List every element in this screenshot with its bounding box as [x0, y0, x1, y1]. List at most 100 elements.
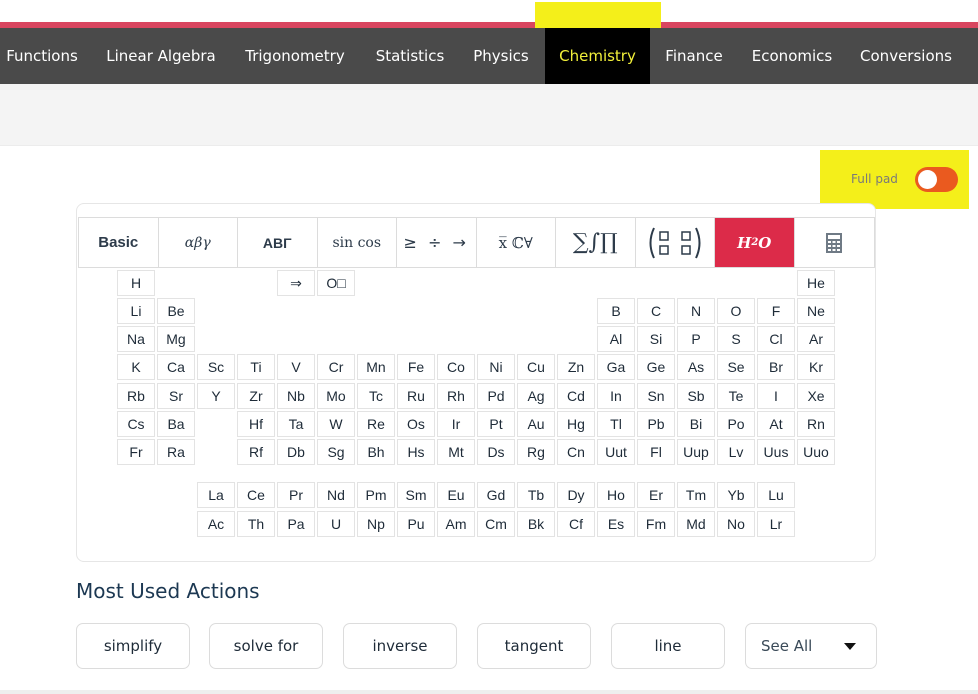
element-key-ta[interactable]: Ta [277, 411, 315, 437]
element-key-ti[interactable]: Ti [237, 354, 275, 380]
element-key-mt[interactable]: Mt [437, 439, 475, 465]
element-key-hf[interactable]: Hf [237, 411, 275, 437]
element-key-db[interactable]: Db [277, 439, 315, 465]
element-key-am[interactable]: Am [437, 511, 475, 537]
element-key-eu[interactable]: Eu [437, 482, 475, 508]
element-key-al[interactable]: Al [597, 326, 635, 352]
nav-linear-algebra[interactable]: Linear Algebra [96, 28, 226, 84]
element-key-yb[interactable]: Yb [717, 482, 755, 508]
element-key-tl[interactable]: Tl [597, 411, 635, 437]
tab-chemistry[interactable]: H2O [715, 218, 795, 267]
tab-sum-integral[interactable]: ∑∫∏ [556, 218, 636, 267]
element-key-ag[interactable]: Ag [517, 383, 555, 409]
element-key-nd[interactable]: Nd [317, 482, 355, 508]
element-key-kr[interactable]: Kr [797, 354, 835, 380]
element-key-c[interactable]: C [637, 298, 675, 324]
element-key-bk[interactable]: Bk [517, 511, 555, 537]
element-key-n[interactable]: N [677, 298, 715, 324]
element-key-ni[interactable]: Ni [477, 354, 515, 380]
element-key-lu[interactable]: Lu [757, 482, 795, 508]
element-key-dy[interactable]: Dy [557, 482, 595, 508]
element-key-rf[interactable]: Rf [237, 439, 275, 465]
element-key-sm[interactable]: Sm [397, 482, 435, 508]
action-tangent[interactable]: tangent [477, 623, 591, 669]
element-key-li[interactable]: Li [117, 298, 155, 324]
tab-matrix[interactable] [636, 218, 715, 267]
element-key-tb[interactable]: Tb [517, 482, 555, 508]
nav-conversions[interactable]: Conversions [852, 28, 960, 84]
element-key-o[interactable]: O [717, 298, 755, 324]
element-key-ga[interactable]: Ga [597, 354, 635, 380]
element-key-rb[interactable]: Rb [117, 383, 155, 409]
element-key-cn[interactable]: Cn [557, 439, 595, 465]
element-key-uup[interactable]: Uup [677, 439, 715, 465]
action-inverse[interactable]: inverse [343, 623, 457, 669]
element-key-ne[interactable]: Ne [797, 298, 835, 324]
element-key-zr[interactable]: Zr [237, 383, 275, 409]
tab-calculator[interactable] [795, 218, 875, 267]
element-key-te[interactable]: Te [717, 383, 755, 409]
element-key-f[interactable]: F [757, 298, 795, 324]
element-key-p[interactable]: P [677, 326, 715, 352]
nav-finance[interactable]: Finance [659, 28, 729, 84]
element-key-fr[interactable]: Fr [117, 439, 155, 465]
element-key-pb[interactable]: Pb [637, 411, 675, 437]
element-key-mn[interactable]: Mn [357, 354, 395, 380]
element-key-ar[interactable]: Ar [797, 326, 835, 352]
element-key-h[interactable]: H [117, 270, 155, 296]
nav-economics[interactable]: Economics [744, 28, 840, 84]
element-key-np[interactable]: Np [357, 511, 395, 537]
element-key-bi[interactable]: Bi [677, 411, 715, 437]
element-key-lv[interactable]: Lv [717, 439, 755, 465]
element-key-rg[interactable]: Rg [517, 439, 555, 465]
element-key-pt[interactable]: Pt [477, 411, 515, 437]
element-key-as[interactable]: As [677, 354, 715, 380]
element-key-no[interactable]: No [717, 511, 755, 537]
element-key-tc[interactable]: Tc [357, 383, 395, 409]
element-key-fl[interactable]: Fl [637, 439, 675, 465]
element-key-si[interactable]: Si [637, 326, 675, 352]
element-key-s[interactable]: S [717, 326, 755, 352]
element-key-cm[interactable]: Cm [477, 511, 515, 537]
element-key-cs[interactable]: Cs [117, 411, 155, 437]
element-key-th[interactable]: Th [237, 511, 275, 537]
tab-trig[interactable]: sin cos [318, 218, 397, 267]
element-key-md[interactable]: Md [677, 511, 715, 537]
element-key-bh[interactable]: Bh [357, 439, 395, 465]
action-line[interactable]: line [611, 623, 725, 669]
element-key-se[interactable]: Se [717, 354, 755, 380]
element-key-be[interactable]: Be [157, 298, 195, 324]
element-key-y[interactable]: Y [197, 383, 235, 409]
element-key-uus[interactable]: Uus [757, 439, 795, 465]
element-key-ba[interactable]: Ba [157, 411, 195, 437]
element-key-hg[interactable]: Hg [557, 411, 595, 437]
element-key-ho[interactable]: Ho [597, 482, 635, 508]
element-key-cd[interactable]: Cd [557, 383, 595, 409]
arrow-key[interactable]: ⇒ [277, 270, 315, 296]
element-key-os[interactable]: Os [397, 411, 435, 437]
element-key-gd[interactable]: Gd [477, 482, 515, 508]
element-key-b[interactable]: B [597, 298, 635, 324]
element-key-fm[interactable]: Fm [637, 511, 675, 537]
element-key-mo[interactable]: Mo [317, 383, 355, 409]
element-key-xe[interactable]: Xe [797, 383, 835, 409]
element-key-pm[interactable]: Pm [357, 482, 395, 508]
element-key-au[interactable]: Au [517, 411, 555, 437]
element-key-cf[interactable]: Cf [557, 511, 595, 537]
nav-trigonometry[interactable]: Trigonometry [236, 28, 354, 84]
element-key-w[interactable]: W [317, 411, 355, 437]
element-key-rn[interactable]: Rn [797, 411, 835, 437]
tab-greek-upper[interactable]: ΑΒΓ [238, 218, 318, 267]
element-key-pr[interactable]: Pr [277, 482, 315, 508]
element-key-la[interactable]: La [197, 482, 235, 508]
element-key-cr[interactable]: Cr [317, 354, 355, 380]
oxidation-key[interactable]: O□ [317, 270, 355, 296]
element-key-in[interactable]: In [597, 383, 635, 409]
element-key-ru[interactable]: Ru [397, 383, 435, 409]
element-key-hs[interactable]: Hs [397, 439, 435, 465]
element-key-cu[interactable]: Cu [517, 354, 555, 380]
element-key-ge[interactable]: Ge [637, 354, 675, 380]
full-pad-toggle[interactable] [915, 167, 958, 192]
element-key-co[interactable]: Co [437, 354, 475, 380]
element-key-v[interactable]: V [277, 354, 315, 380]
